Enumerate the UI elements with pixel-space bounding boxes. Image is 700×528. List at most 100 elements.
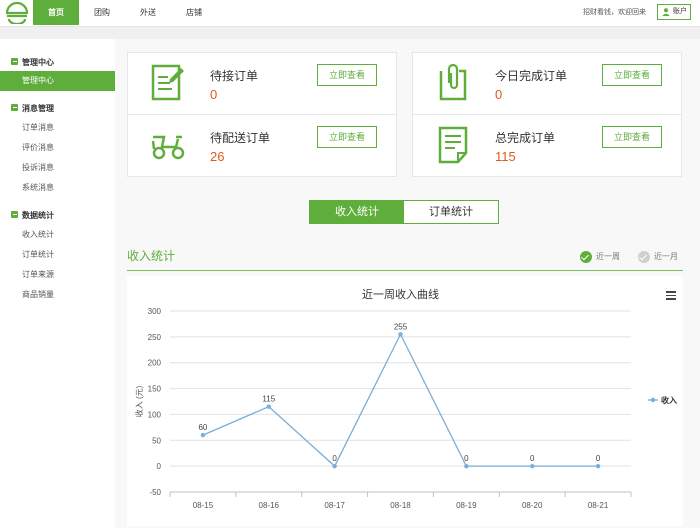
section-divider [127,270,683,271]
legend-marker [650,397,656,403]
range-month-option[interactable]: 近一月 [638,248,678,266]
sidebar-item-order-messages[interactable]: 订单消息 [0,118,115,138]
sidebar-group-statistics[interactable]: 数据统计 [11,210,54,221]
x-tick-label: 08-18 [390,501,411,510]
data-label: 60 [198,423,207,432]
document-list-icon [438,126,468,164]
sidebar-item-review-messages[interactable]: 评价消息 [0,138,115,158]
view-now-button[interactable]: 立即查看 [317,64,377,86]
y-tick-label: 200 [148,359,162,368]
legend-label: 收入 [661,395,677,405]
account-button[interactable]: 账户 [657,4,691,20]
sidebar-group-label: 数据统计 [22,211,54,220]
card-divider [413,114,681,115]
y-tick-label: 0 [157,462,162,471]
data-label: 0 [464,454,469,463]
data-point [530,463,535,469]
range-week-option[interactable]: 近一周 [580,248,620,266]
stat-value: 0 [495,87,503,102]
stat-label: 总完成订单 [495,131,556,145]
stat-label: 待接订单 [210,69,259,83]
sidebar-item-system-messages[interactable]: 系统消息 [0,178,115,198]
stat-to-deliver-orders: 待配送订单 26 立即查看 [128,115,396,175]
tab-order-stats[interactable]: 订单统计 [404,201,498,223]
sidebar-item-income-stats[interactable]: 收入统计 [0,225,115,245]
stat-pending-orders: 待接订单 0 立即查看 [128,53,396,113]
data-point [332,463,337,469]
x-tick-label: 08-21 [588,501,609,510]
stat-label: 今日完成订单 [495,69,568,83]
range-label: 近一周 [596,252,620,261]
y-tick-label: 300 [148,307,162,316]
view-now-button[interactable]: 立即查看 [602,126,662,148]
sidebar-item-management-center[interactable]: 管理中心 [0,71,115,91]
stat-total-completed: 总完成订单 115 立即查看 [413,115,681,175]
nav-delivery[interactable]: 外送 [125,0,171,25]
y-tick-label: 100 [148,410,162,419]
data-point [595,463,601,469]
sidebar-item-order-stats[interactable]: 订单统计 [0,245,115,265]
stat-label: 待配送订单 [210,131,271,145]
y-tick-label: 150 [148,385,162,394]
data-label: 0 [530,454,535,463]
data-point [398,332,403,337]
y-tick-label: 250 [148,333,162,342]
collapse-icon [11,104,18,111]
sidebar-group-label: 消息管理 [22,104,54,113]
collapse-icon [11,58,18,65]
header-divider [0,27,700,39]
sidebar-item-product-sales[interactable]: 商品销量 [0,285,115,305]
check-icon [580,251,592,263]
y-axis-label: 收入 (元) [134,385,144,417]
edit-document-icon [151,64,184,101]
section-title: 收入统计 [127,249,176,263]
logo-icon[interactable] [4,2,30,24]
data-label: 0 [332,454,337,463]
y-tick-label: 50 [152,436,161,445]
top-nav: 首页 团购 外送 店铺 [33,0,217,25]
nav-group-buy[interactable]: 团购 [79,0,125,25]
view-now-button[interactable]: 立即查看 [602,64,662,86]
stat-today-completed: 今日完成订单 0 立即查看 [413,53,681,113]
sidebar-item-complaint-messages[interactable]: 投诉消息 [0,158,115,178]
x-tick-label: 08-20 [522,501,543,510]
data-point [266,404,271,409]
x-tick-label: 08-15 [193,501,214,510]
check-icon [638,251,650,263]
range-label: 近一月 [654,252,678,261]
sidebar-group-messages[interactable]: 消息管理 [11,103,54,114]
collapse-icon [11,211,18,218]
card-divider [128,114,396,115]
sidebar-group-management[interactable]: 管理中心 [11,57,54,68]
income-line-chart: 近一周收入曲线 300 250 200 150 100 50 0 -50 08-15 08-16 08… [134,287,677,510]
chart-title: 近一周收入曲线 [362,287,439,301]
chart-container: 近一周收入曲线 300 250 200 150 100 50 0 -50 08-15 08-16 08… [127,276,683,526]
x-tick-label: 08-19 [456,501,477,510]
user-icon [662,8,670,16]
sidebar: 管理中心 管理中心 消息管理 订单消息 评价消息 投诉消息 系统消息 数据统计 … [0,39,115,528]
sidebar-group-label: 管理中心 [22,58,54,67]
chart-menu-icon[interactable] [666,291,676,300]
tab-income-stats[interactable]: 收入统计 [310,201,404,223]
nav-home[interactable]: 首页 [33,0,79,25]
nav-store[interactable]: 店铺 [171,0,217,25]
welcome-text: 招财看钱，欢迎回来 [583,9,646,16]
clipboard-icon [439,63,467,101]
x-tick-label: 08-17 [324,501,345,510]
stat-value: 115 [495,149,516,164]
stat-value: 0 [210,87,218,102]
data-label: 255 [394,322,408,331]
scooter-icon [151,135,185,160]
data-label: 115 [262,395,275,404]
data-label: 0 [596,454,601,463]
sidebar-item-order-source[interactable]: 订单来源 [0,265,115,285]
stats-tabs: 收入统计 订单统计 [309,200,499,224]
stat-value: 26 [210,149,225,164]
account-label: 账户 [673,8,687,15]
top-bar: 首页 团购 外送 店铺 招财看钱，欢迎回来 账户 [0,0,700,27]
x-tick-label: 08-16 [259,501,280,510]
data-point [464,463,469,469]
view-now-button[interactable]: 立即查看 [317,126,377,148]
data-point [200,432,206,438]
y-tick-label: -50 [149,488,161,497]
